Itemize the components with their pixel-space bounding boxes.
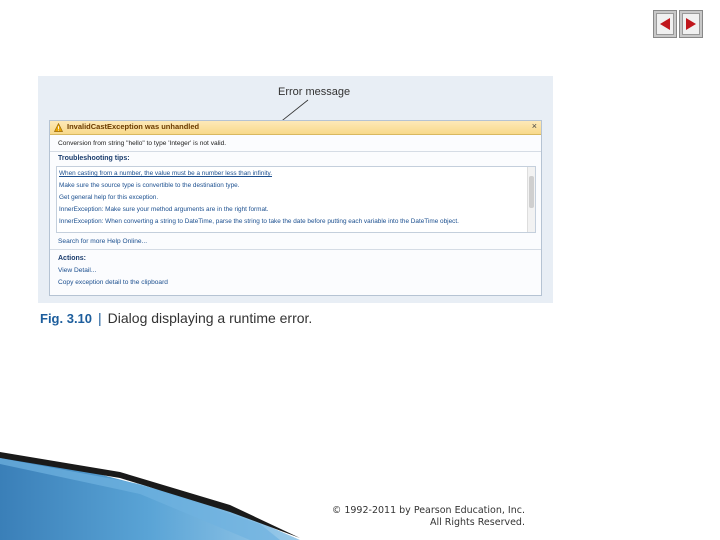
copyright-footer: © 1992-2011 by Pearson Education, Inc. A… [300, 505, 525, 529]
divider [50, 151, 541, 152]
exception-dialog: InvalidCastException was unhandled × Con… [49, 120, 542, 296]
tip-link[interactable]: When casting from a number, the value mu… [59, 170, 272, 177]
troubleshooting-tips-list: When casting from a number, the value mu… [56, 166, 536, 233]
tip-link[interactable]: InnerException: When converting a string… [59, 218, 459, 225]
dialog-title-bar: InvalidCastException was unhandled × [50, 121, 541, 135]
tips-scrollbar[interactable] [527, 167, 535, 232]
caption-separator: | [98, 310, 102, 326]
close-icon[interactable]: × [532, 121, 537, 131]
warning-icon [54, 123, 63, 132]
scrollbar-thumb[interactable] [529, 176, 534, 208]
copy-exception-detail-link[interactable]: Copy exception detail to the clipboard [58, 279, 168, 286]
decorative-swoosh [0, 452, 300, 540]
tip-link[interactable]: InnerException: Make sure your method ar… [59, 206, 269, 213]
dialog-title: InvalidCastException was unhandled [67, 122, 200, 131]
divider [50, 249, 541, 250]
caption-text: Dialog displaying a runtime error. [107, 310, 313, 326]
figure-number: Fig. 3.10 [40, 311, 93, 326]
view-detail-link[interactable]: View Detail... [58, 267, 96, 274]
troubleshooting-tips-label: Troubleshooting tips: [58, 155, 130, 162]
error-message-text: Conversion from string "hello" to type '… [58, 140, 227, 147]
tip-link[interactable]: Get general help for this exception. [59, 194, 158, 201]
rights-line: All Rights Reserved. [429, 517, 525, 528]
tip-link[interactable]: Make sure the source type is convertible… [59, 182, 239, 189]
figure-caption: Fig. 3.10 | Dialog displaying a runtime er… [40, 310, 312, 326]
search-help-online-link[interactable]: Search for more Help Online... [58, 238, 147, 245]
actions-label: Actions: [58, 255, 86, 262]
copyright-line: © 1992-2011 by Pearson Education, Inc. [331, 505, 525, 516]
